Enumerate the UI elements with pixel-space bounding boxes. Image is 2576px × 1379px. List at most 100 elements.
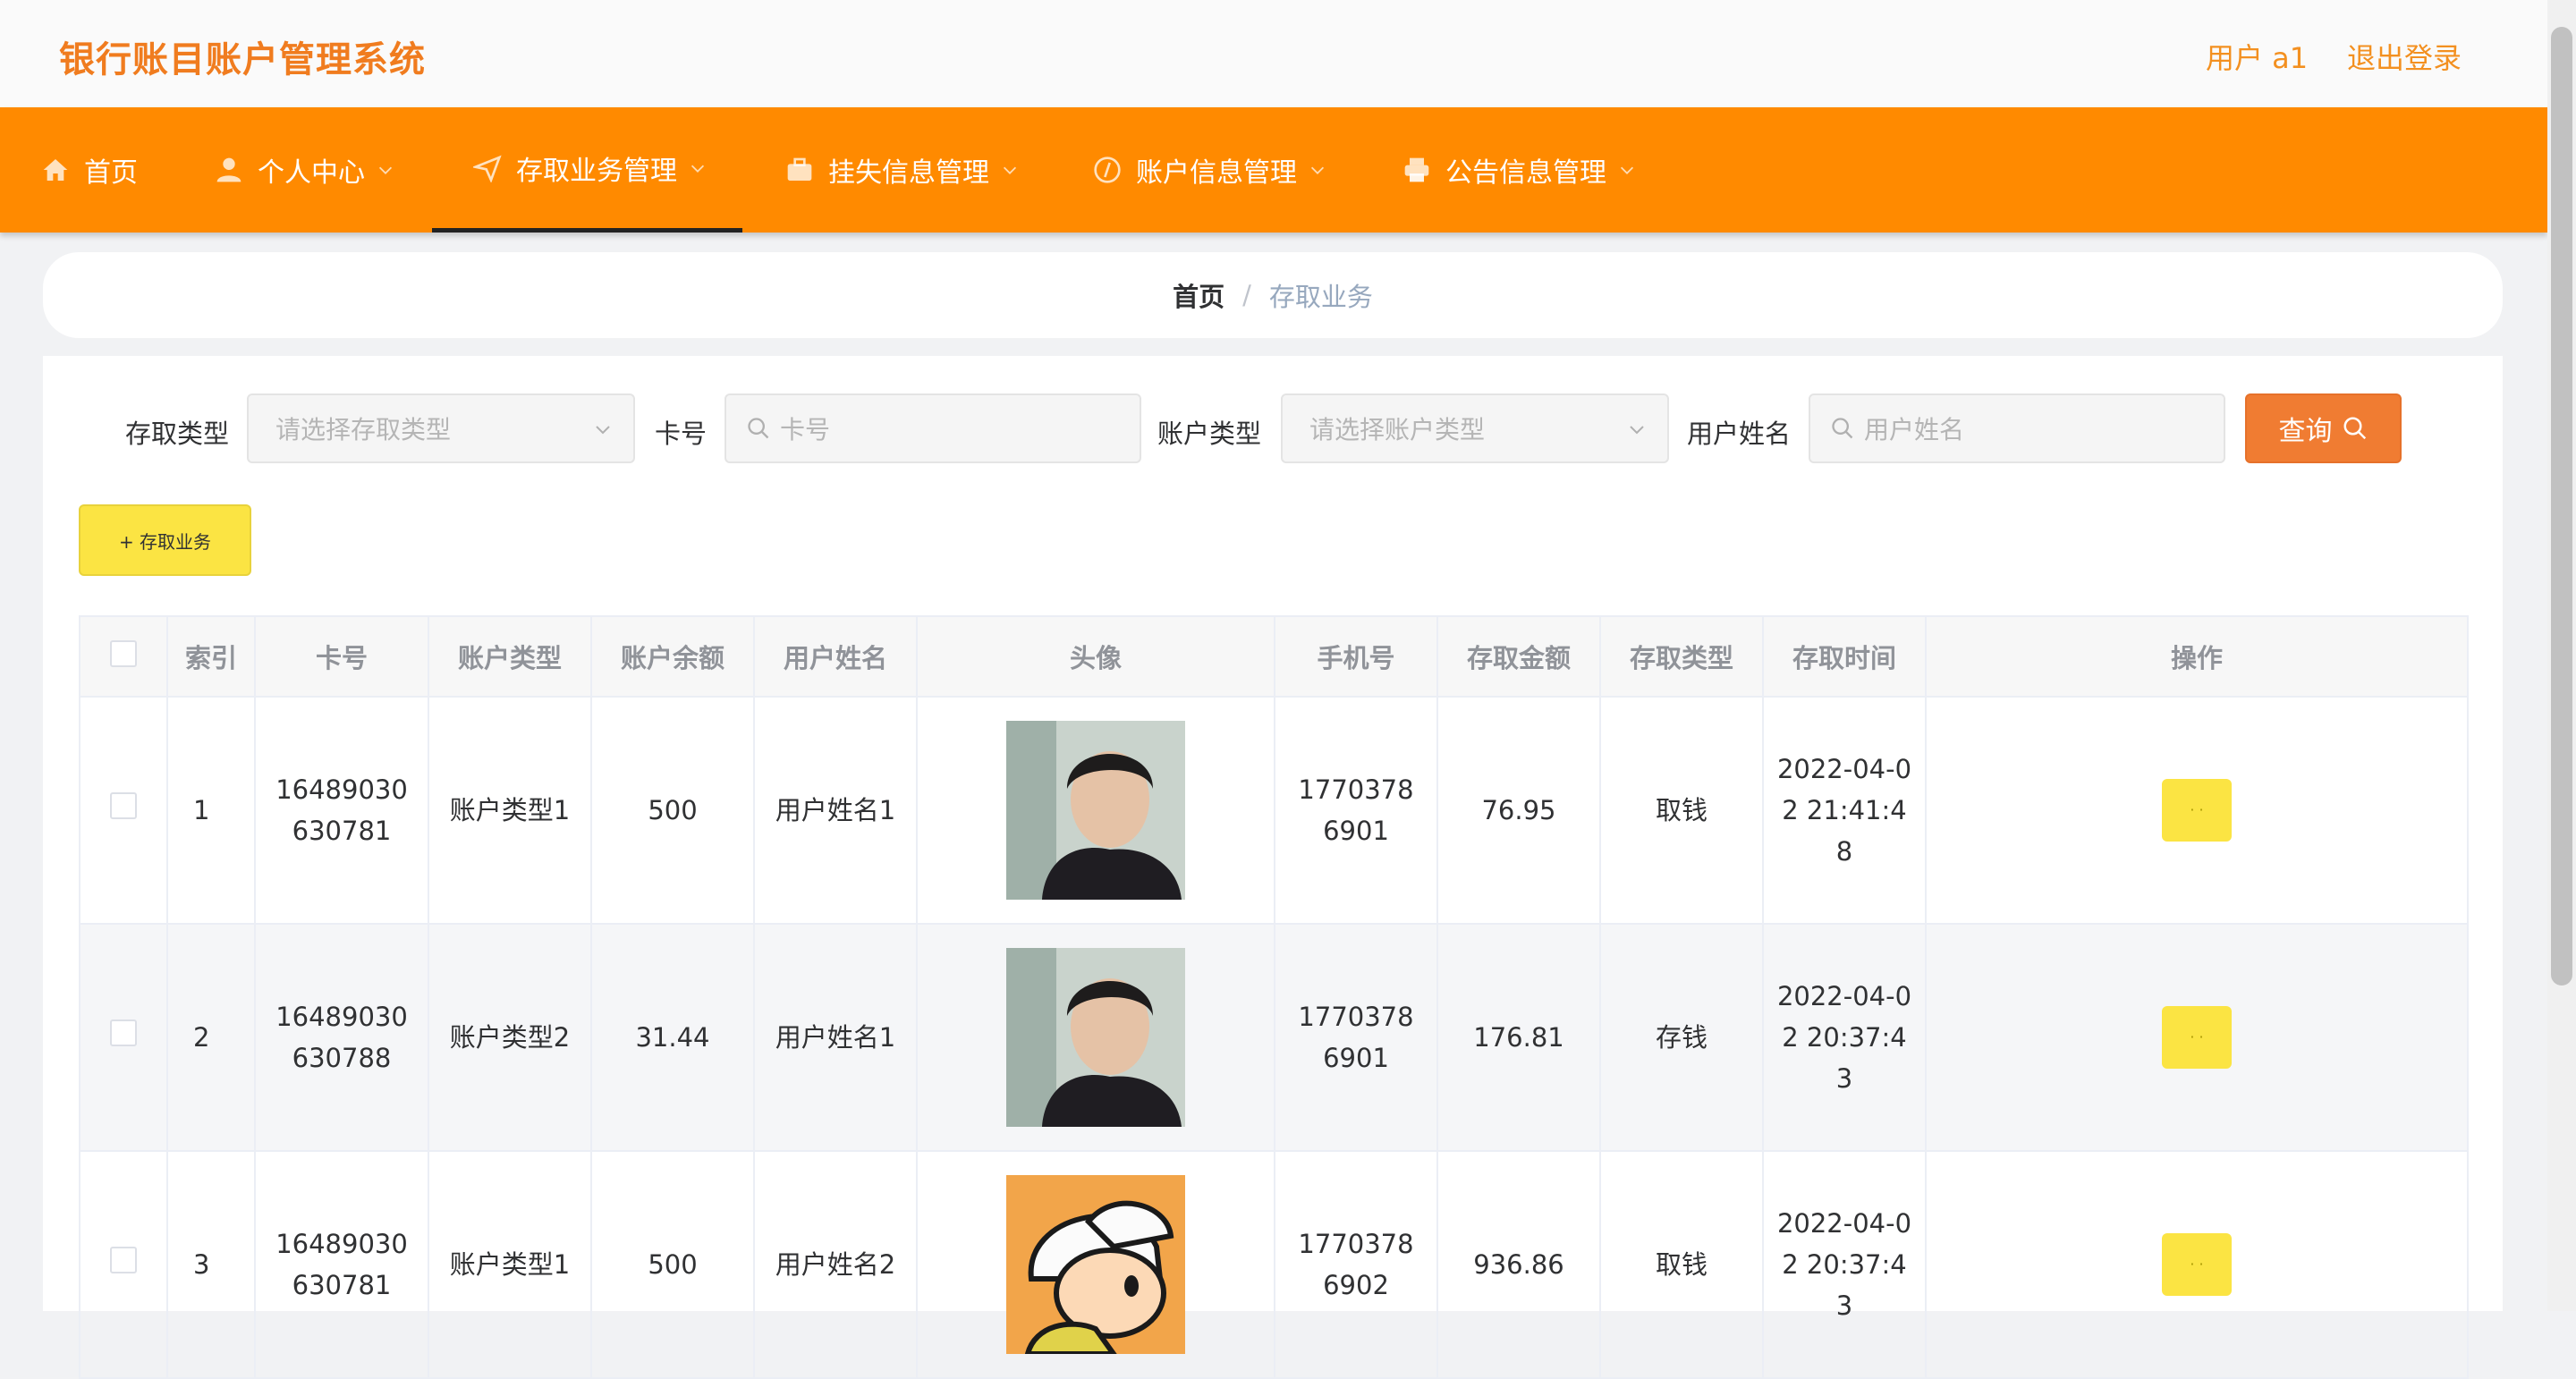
printer-icon (1402, 156, 1431, 184)
account-filter-label: 账户类型 (1157, 419, 1262, 449)
avatar-cell (916, 1150, 1275, 1379)
account-type: 账户类型2 (428, 923, 592, 1152)
avatar-cell (916, 696, 1275, 925)
row-select-cell (79, 923, 168, 1152)
column-header: 卡号 (254, 615, 429, 698)
transaction-type: 取钱 (1599, 696, 1764, 925)
transaction-time: 2022-04-02 21:41:48 (1762, 696, 1927, 925)
chevron-down-icon (378, 166, 393, 174)
transaction-type: 存钱 (1599, 923, 1764, 1152)
chevron-down-icon (691, 165, 705, 173)
card-number: 16489030630781 (254, 696, 429, 925)
row-select-cell (79, 696, 168, 925)
row-index: 1 (166, 696, 256, 925)
row-checkbox[interactable] (110, 1247, 137, 1273)
page-scrollbar[interactable] (2547, 0, 2576, 1311)
chevron-down-icon (1310, 166, 1325, 174)
actions-cell: · · (1925, 1150, 2469, 1379)
query-button[interactable]: 查询 (2245, 393, 2402, 463)
breadcrumb-card: 首页 / 存取业务 (43, 252, 2503, 338)
breadcrumb: 首页 / 存取业务 (43, 252, 2503, 338)
column-header: 存取类型 (1599, 615, 1764, 698)
row-index: 2 (166, 923, 256, 1152)
breadcrumb-home[interactable]: 首页 (1173, 276, 1224, 314)
select-all-checkbox[interactable] (110, 639, 137, 667)
user-name: 用户姓名1 (753, 696, 918, 925)
row-checkbox[interactable] (110, 1019, 137, 1046)
user-name: 用户姓名1 (753, 923, 918, 1152)
breadcrumb-separator: / (1242, 280, 1251, 310)
home-icon (41, 156, 70, 184)
column-header: 头像 (916, 615, 1275, 698)
amount: 76.95 (1436, 696, 1601, 925)
transactions-table: 索引 卡号 账户类型 账户余额 用户姓名 头像 手机号 存取金额 存取类型 存取… (79, 615, 2469, 1379)
column-header: 手机号 (1274, 615, 1438, 698)
logout-link[interactable]: 退出登录 (2347, 36, 2462, 77)
briefcase-icon (785, 156, 814, 184)
nav-label: 存取业务管理 (516, 155, 677, 187)
actions-cell: · · (1925, 696, 2469, 925)
nav-item-home[interactable]: 首页 (41, 107, 138, 233)
column-header: 存取金额 (1436, 615, 1601, 698)
account-type-select[interactable]: 请选择账户类型 (1281, 393, 1669, 463)
nav-label: 首页 (84, 157, 138, 189)
table-header-row: 索引 卡号 账户类型 账户余额 用户姓名 头像 手机号 存取金额 存取类型 存取… (79, 615, 2469, 698)
column-header: 索引 (166, 615, 256, 698)
search-icon (1832, 418, 1853, 439)
nav-item-transactions[interactable]: 存取业务管理 (432, 107, 742, 233)
amount: 176.81 (1436, 923, 1601, 1152)
scrollbar-thumb[interactable] (2551, 27, 2572, 986)
row-checkbox[interactable] (110, 792, 137, 819)
name-input[interactable]: 用户姓名 (1809, 393, 2225, 463)
search-icon (748, 418, 769, 439)
search-icon (2343, 417, 2366, 440)
avatar-cell (916, 923, 1275, 1152)
table-row: 2 16489030630788 账户类型2 31.44 用户姓名1 17703… (79, 923, 2469, 1152)
card-number: 16489030630781 (254, 1150, 429, 1379)
nav-label: 个人中心 (258, 157, 365, 189)
user-icon (215, 156, 243, 184)
type-select-placeholder: 请选择存取类型 (275, 415, 452, 444)
column-header: 存取时间 (1762, 615, 1927, 698)
breadcrumb-current: 存取业务 (1268, 282, 1373, 312)
nav-label: 挂失信息管理 (828, 157, 989, 189)
nav-item-profile[interactable]: 个人中心 (215, 107, 395, 233)
query-button-label: 查询 (2278, 416, 2333, 447)
current-user: 用户 a1 (2206, 41, 2309, 75)
nav-label: 公告信息管理 (1445, 157, 1606, 189)
account-type: 账户类型1 (428, 696, 592, 925)
transaction-type: 取钱 (1599, 1150, 1764, 1379)
chevron-down-icon (1620, 166, 1634, 174)
account-select-placeholder: 请选择账户类型 (1309, 415, 1486, 444)
send-icon (473, 154, 502, 182)
card-number: 16489030630788 (254, 923, 429, 1152)
row-action-button[interactable]: · · (2162, 779, 2232, 842)
avatar (1006, 721, 1185, 900)
compass-icon (1093, 156, 1122, 184)
column-header: 操作 (1925, 615, 2469, 698)
row-action-button[interactable]: · · (2162, 1006, 2232, 1069)
chevron-down-icon (1003, 166, 1017, 174)
name-filter-label: 用户姓名 (1687, 419, 1792, 449)
app-header: 银行账目账户管理系统 用户 a1 退出登录 (0, 0, 2547, 108)
table-row: 1 16489030630781 账户类型1 500 用户姓名1 1770378… (79, 696, 2469, 925)
card-input[interactable]: 卡号 (724, 393, 1141, 463)
actions-cell: · · (1925, 923, 2469, 1152)
add-transaction-button[interactable]: + 存取业务 (79, 504, 251, 576)
nav-item-accounts[interactable]: 账户信息管理 (1093, 107, 1327, 233)
nav-item-notices[interactable]: 公告信息管理 (1402, 107, 1637, 233)
balance: 500 (590, 696, 755, 925)
card-filter-label: 卡号 (655, 419, 708, 449)
account-type: 账户类型1 (428, 1150, 592, 1379)
chevron-down-icon (596, 426, 610, 435)
column-header: 账户余额 (590, 615, 755, 698)
phone: 17703786901 (1274, 696, 1438, 925)
balance: 31.44 (590, 923, 755, 1152)
balance: 500 (590, 1150, 755, 1379)
row-action-button[interactable]: · · (2162, 1233, 2232, 1296)
row-index: 3 (166, 1150, 256, 1379)
name-input-placeholder: 用户姓名 (1864, 415, 1965, 444)
type-select[interactable]: 请选择存取类型 (247, 393, 635, 463)
nav-item-loss-report[interactable]: 挂失信息管理 (785, 107, 1020, 233)
column-header: 账户类型 (428, 615, 592, 698)
